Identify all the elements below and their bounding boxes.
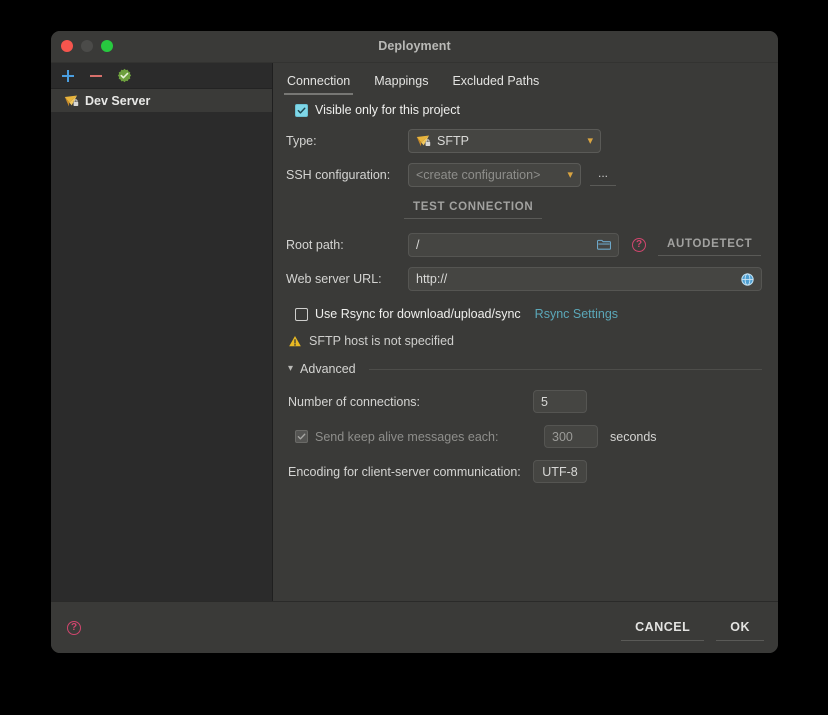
number-of-connections-label: Number of connections: [288, 394, 421, 409]
visible-only-label: Visible only for this project [315, 103, 460, 117]
type-value: SFTP [437, 134, 469, 148]
number-of-connections-row: Number of connections: 5 [286, 390, 762, 413]
dialog-footer: ? CANCEL OK [51, 601, 778, 653]
root-path-input[interactable]: / [408, 233, 619, 257]
keep-alive-row: Send keep alive messages each: 300 secon… [286, 425, 762, 448]
use-rsync-checkbox[interactable] [295, 307, 308, 321]
ssh-configuration-row: SSH configuration: <create configuration… [286, 163, 762, 187]
dialog-body: Dev Server Connection Mappings Excluded … [51, 62, 778, 601]
root-path-row: Root path: / ? AUTODETECT [286, 233, 762, 257]
ssh-configuration-value: <create configuration> [416, 168, 541, 182]
cancel-button[interactable]: CANCEL [621, 615, 705, 641]
chevron-down-icon: ▾ [567, 168, 573, 181]
root-path-label: Root path: [286, 238, 344, 252]
web-server-url-value: http:// [416, 272, 448, 286]
rsync-settings-link[interactable]: Rsync Settings [535, 307, 618, 321]
keep-alive-label: Send keep alive messages each: [315, 429, 499, 444]
ssh-configuration-label: SSH configuration: [286, 168, 391, 182]
tab-connection[interactable]: Connection [284, 72, 354, 95]
keep-alive-unit: seconds [610, 429, 657, 444]
add-server-button[interactable] [60, 68, 76, 84]
connection-form: Visible only for this project Type: SFTP… [281, 95, 762, 483]
tab-mappings[interactable]: Mappings [371, 72, 431, 95]
check-icon [297, 107, 306, 114]
test-connection-button[interactable]: TEST CONNECTION [404, 197, 543, 219]
keep-alive-value: 300 [552, 429, 573, 444]
validate-connection-button[interactable] [116, 68, 132, 84]
encoding-label: Encoding for client-server communication… [288, 464, 521, 479]
visible-only-row[interactable]: Visible only for this project [286, 103, 762, 117]
ssh-configuration-select[interactable]: <create configuration> ▾ [408, 163, 581, 187]
server-list: Dev Server [51, 89, 272, 601]
minus-icon [90, 74, 102, 77]
server-list-toolbar [51, 63, 272, 89]
type-row: Type: SFTP ▾ [286, 129, 762, 153]
advanced-section-header[interactable]: ▾ Advanced [288, 362, 762, 376]
warning-triangle-icon [289, 335, 301, 346]
green-check-badge-icon [117, 68, 131, 83]
settings-tabs: Connection Mappings Excluded Paths [281, 63, 762, 95]
number-of-connections-value: 5 [541, 394, 548, 409]
section-divider [368, 368, 762, 370]
sftp-server-icon [64, 94, 79, 106]
web-server-url-label: Web server URL: [286, 272, 382, 286]
keep-alive-input[interactable]: 300 [544, 425, 598, 448]
encoding-row: Encoding for client-server communication… [286, 460, 762, 483]
rsync-row: Use Rsync for download/upload/sync Rsync… [286, 307, 762, 321]
visible-only-checkbox[interactable] [295, 103, 308, 117]
ok-button[interactable]: OK [716, 615, 764, 641]
deployment-dialog: Deployment Dev Server Connection Mapping… [51, 31, 778, 653]
footer-help-icon[interactable]: ? [67, 620, 81, 635]
type-select[interactable]: SFTP ▾ [408, 129, 601, 153]
list-item-label: Dev Server [85, 93, 151, 108]
type-label: Type: [286, 134, 317, 148]
chevron-down-icon: ▾ [288, 363, 294, 374]
number-of-connections-input[interactable]: 5 [533, 390, 587, 413]
advanced-title: Advanced [300, 362, 356, 376]
use-rsync-label: Use Rsync for download/upload/sync [315, 307, 521, 321]
keep-alive-checkbox[interactable] [295, 430, 308, 443]
window-title: Deployment [378, 39, 451, 53]
warning-text: SFTP host is not specified [309, 334, 454, 348]
remove-server-button[interactable] [88, 68, 104, 84]
root-path-value: / [416, 238, 420, 252]
encoding-value: UTF-8 [542, 464, 578, 479]
encoding-select[interactable]: UTF-8 [533, 460, 587, 483]
sftp-icon [416, 135, 431, 147]
autodetect-button[interactable]: AUTODETECT [658, 234, 762, 256]
globe-icon[interactable] [741, 272, 754, 286]
title-bar: Deployment [51, 31, 778, 62]
ssh-browse-button[interactable]: ... [590, 164, 617, 186]
folder-icon[interactable] [597, 239, 611, 251]
list-item[interactable]: Dev Server [51, 89, 272, 112]
root-path-help-icon[interactable]: ? [632, 238, 646, 252]
server-list-panel: Dev Server [51, 63, 273, 601]
tab-excluded-paths[interactable]: Excluded Paths [449, 72, 542, 95]
web-server-url-input[interactable]: http:// [408, 267, 762, 291]
plus-icon [62, 69, 74, 82]
connection-settings-panel: Connection Mappings Excluded Paths Visib… [273, 63, 778, 601]
chevron-down-icon: ▾ [587, 134, 593, 147]
test-connection-row: TEST CONNECTION [286, 197, 762, 219]
web-server-url-row: Web server URL: http:// [286, 267, 762, 291]
check-icon [297, 433, 306, 440]
warning-row: SFTP host is not specified [288, 334, 762, 348]
